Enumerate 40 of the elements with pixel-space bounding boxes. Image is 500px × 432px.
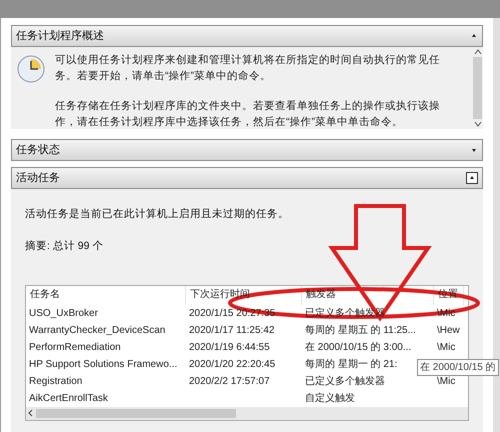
table-cell: Registration <box>29 376 82 386</box>
table-cell: 2020/1/20 22:20:45 <box>189 358 276 370</box>
section-header[interactable]: 任务状态 <box>11 139 483 161</box>
table-cell: PerformRemediation <box>29 342 121 352</box>
section-header[interactable]: 活动任务 <box>11 167 483 189</box>
scrollbar[interactable] <box>493 18 500 432</box>
summary-text: 摘要: 总计 99 个 <box>25 238 104 254</box>
expand-icon[interactable] <box>470 146 478 154</box>
table-cell: 2020/1/17 11:25:42 <box>189 324 274 336</box>
table-cell: WarrantyChecker_DeviceScan <box>29 324 166 336</box>
description-text: 任务存储在任务计划程序库的文件夹中。若要查看单独任务上的操作或执行该操作，请在任务计划程序库中选择该任务，然后在“操作”菜单中单击命令。 <box>55 99 441 130</box>
table-cell: USO_UxBroker <box>29 308 98 318</box>
table-cell: \Hew <box>437 324 460 336</box>
column-header[interactable]: 任务名 <box>30 288 60 300</box>
collapse-icon[interactable] <box>466 172 478 184</box>
scrollbar[interactable] <box>26 406 468 420</box>
table-cell: AikCertEnrollTask <box>29 392 108 404</box>
section-title: 任务状态 <box>16 142 60 158</box>
table-cell: \Mic <box>437 376 456 386</box>
column-header[interactable]: 触发器 <box>306 288 336 300</box>
scroll-down-icon[interactable] <box>474 119 482 129</box>
table-cell: 2020/1/19 6:44:55 <box>189 342 270 352</box>
tooltip: 在 2000/10/15 的 <box>417 359 499 376</box>
section-title: 任务计划程序概述 <box>16 28 104 44</box>
scrollbar[interactable] <box>472 47 483 129</box>
table-cell: 已定义多个触发器 <box>305 376 385 386</box>
table-cell: 自定义触发 <box>305 392 355 404</box>
collapse-icon[interactable] <box>470 32 478 40</box>
table-cell: \Mic <box>437 342 456 352</box>
table-cell: 在 2000/10/15 的 3:00... <box>305 342 412 352</box>
table-cell: 2020/2/2 17:57:07 <box>189 376 270 386</box>
clock-icon <box>17 55 45 83</box>
table-cell: HP Support Solutions Framewo... <box>29 358 178 370</box>
description-text: 可以使用任务计划程序来创建和管理计算机将在所指定的时间自动执行的常见任务。若要开始，请单击“操作”菜单中的命令。 <box>55 53 441 84</box>
section-header[interactable]: 任务计划程序概述 <box>11 25 483 47</box>
scroll-up-icon[interactable] <box>474 47 482 57</box>
description-text: 活动任务是当前已在此计算机上启用且未过期的任务。 <box>25 207 290 222</box>
table-cell: 每周的 星期五 的 11:25... <box>305 324 416 336</box>
section-title: 活动任务 <box>16 170 60 186</box>
table-cell: 每周的 星期一 的 21: <box>305 358 398 370</box>
